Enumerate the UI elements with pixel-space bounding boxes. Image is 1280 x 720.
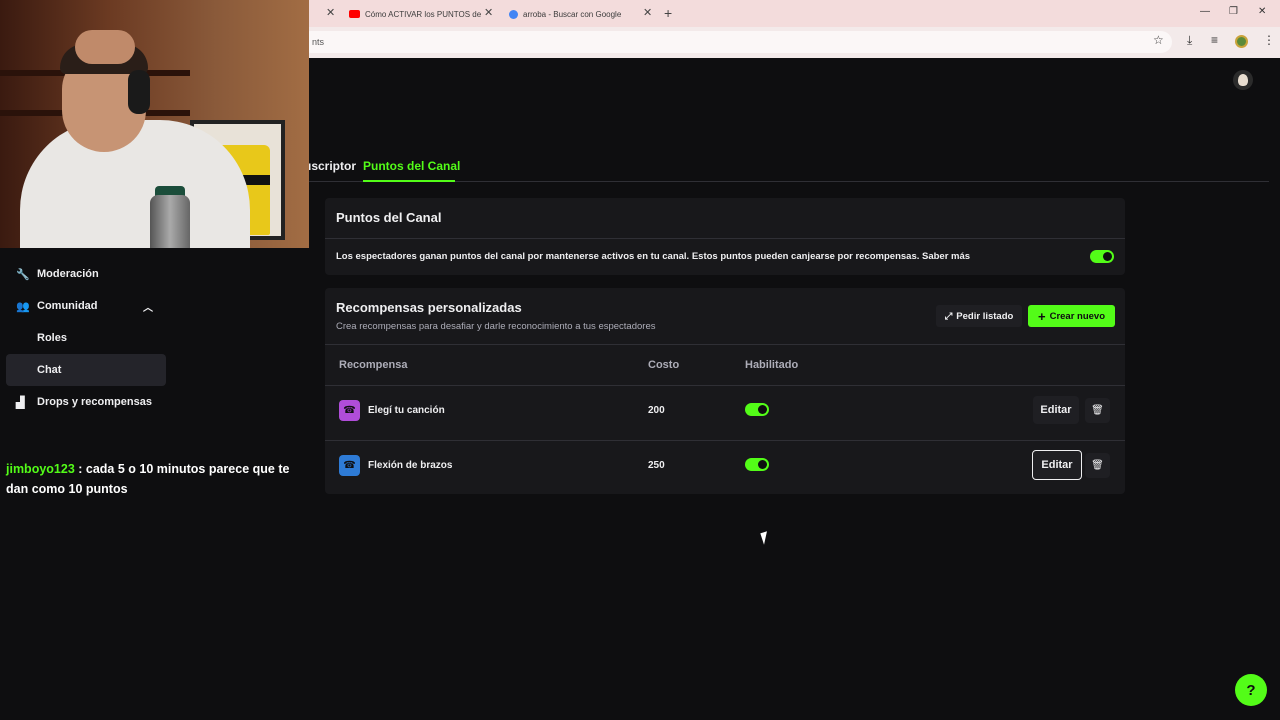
reward-name: Elegí tu canción: [368, 405, 445, 416]
active-tab-indicator: [363, 180, 455, 182]
channel-points-toggle[interactable]: [1090, 250, 1114, 263]
help-chat-icon[interactable]: ?: [1235, 674, 1267, 706]
sidebar-item-drops[interactable]: ▟ Drops y recompensas: [6, 386, 166, 418]
wrench-icon: 🔧: [16, 268, 30, 281]
chat-overlay-message: jimboyo123 : cada 5 o 10 minutos parece …: [6, 459, 306, 499]
thermos-bottle: [150, 195, 190, 248]
reward-icon: ☎: [339, 400, 360, 421]
browser-tab-youtube[interactable]: Cómo ACTIVAR los PUNTOS de: [349, 4, 481, 24]
reward-enabled-toggle[interactable]: [745, 458, 769, 471]
button-label: Crear nuevo: [1049, 310, 1106, 322]
sidebar-item-roles[interactable]: Roles: [6, 322, 166, 354]
trash-icon[interactable]: 🗑: [1085, 453, 1110, 478]
request-list-button[interactable]: ⤢ Pedir listado: [936, 305, 1022, 327]
channel-points-panel: Puntos del Canal Los espectadores ganan …: [325, 198, 1125, 275]
avatar[interactable]: [1233, 70, 1253, 90]
chat-username: jimboyo123: [6, 462, 75, 476]
column-header-enabled: Habilitado: [745, 359, 799, 371]
headphones: [128, 70, 150, 114]
plus-icon: +: [1037, 308, 1046, 324]
edit-button[interactable]: Editar: [1032, 450, 1082, 480]
tab-close-icon[interactable]: ✕: [643, 6, 652, 19]
divider: [325, 238, 1125, 239]
window-close-icon[interactable]: ✕: [1258, 6, 1266, 17]
google-icon: [509, 9, 518, 19]
person-hoodie: [20, 120, 250, 248]
reward-cost: 200: [648, 405, 665, 416]
reward-name: Flexión de brazos: [368, 460, 453, 471]
address-input[interactable]: nts: [300, 31, 1172, 53]
table-row: ☎ Flexión de brazos 250 Editar 🗑: [325, 441, 1125, 495]
minimize-icon[interactable]: —: [1200, 6, 1210, 17]
sidebar-item-label: Roles: [37, 332, 67, 344]
tab-puntos-del-canal[interactable]: Puntos del Canal: [363, 159, 460, 173]
edit-button[interactable]: Editar: [1033, 396, 1079, 424]
tab-title: Cómo ACTIVAR los PUNTOS de: [365, 9, 482, 19]
sidebar-item-moderacion[interactable]: 🔧 Moderación: [6, 258, 166, 290]
download-icon[interactable]: ⤓: [1187, 33, 1192, 48]
sidebar-item-chat[interactable]: Chat: [6, 354, 166, 386]
browser-tab-google[interactable]: arroba - Buscar con Google: [509, 4, 621, 24]
address-text: nts: [312, 37, 325, 47]
community-icon: 👥: [16, 300, 30, 313]
panel-title: Puntos del Canal: [336, 210, 442, 225]
sidebar-item-label: Moderación: [37, 268, 99, 280]
menu-icon[interactable]: ⋮: [1263, 33, 1275, 47]
tab-title: arroba - Buscar con Google: [523, 9, 622, 19]
settings-tabs: uscriptor Puntos del Canal: [304, 150, 1269, 182]
restore-icon[interactable]: ❐: [1229, 6, 1238, 17]
divider: [325, 344, 1125, 345]
sidebar-item-label: Comunidad: [37, 300, 98, 312]
star-icon[interactable]: ☆: [1153, 33, 1164, 47]
list-icon: ⤢: [944, 310, 953, 322]
trash-icon[interactable]: 🗑: [1085, 398, 1110, 423]
media-icon[interactable]: ≡: [1211, 33, 1218, 47]
button-label: Pedir listado: [956, 310, 1014, 322]
tab-close-icon[interactable]: ✕: [326, 6, 335, 19]
panel-subtitle: Crea recompensas para desafiar y darle r…: [336, 321, 656, 332]
person-hand: [75, 30, 135, 64]
new-tab-icon[interactable]: +: [664, 5, 672, 21]
tab-close-icon[interactable]: ✕: [484, 6, 493, 19]
tab-suscriptor[interactable]: uscriptor: [304, 159, 356, 173]
sidebar-item-label: Chat: [37, 364, 62, 376]
panel-title: Recompensas personalizadas: [336, 300, 522, 315]
sidebar-item-comunidad[interactable]: 👥 Comunidad ︿: [6, 290, 166, 322]
column-header-reward: Recompensa: [339, 359, 408, 371]
table-row: ☎ Elegí tu canción 200 Editar 🗑: [325, 386, 1125, 440]
custom-rewards-panel: Recompensas personalizadas Crea recompen…: [325, 288, 1125, 494]
sidebar-item-label: Drops y recompensas: [37, 396, 152, 408]
chart-icon: ▟: [16, 396, 25, 409]
reward-icon: ☎: [339, 455, 360, 476]
create-new-button[interactable]: + Crear nuevo: [1028, 305, 1115, 327]
column-header-cost: Costo: [648, 359, 680, 371]
channel-points-description: Los espectadores ganan puntos del canal …: [336, 251, 971, 262]
reward-enabled-toggle[interactable]: [745, 403, 769, 416]
webcam-overlay: [0, 0, 309, 248]
reward-cost: 250: [648, 460, 665, 471]
profile-icon[interactable]: [1235, 35, 1248, 48]
youtube-icon: [349, 10, 360, 18]
chevron-up-icon[interactable]: ︿: [143, 299, 153, 314]
